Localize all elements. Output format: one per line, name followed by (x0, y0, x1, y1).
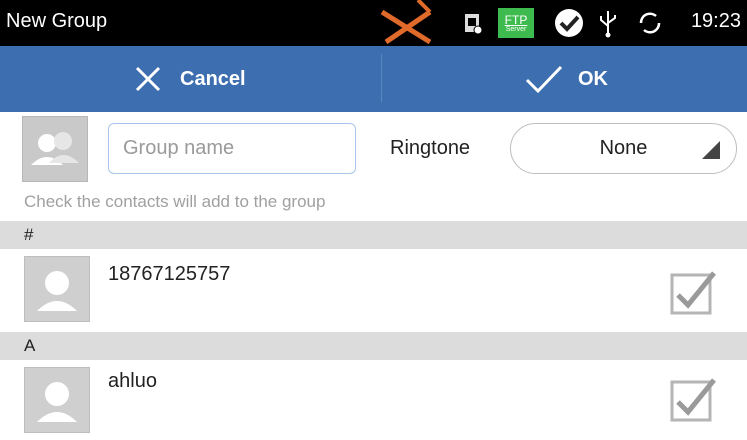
contact-row[interactable]: 18767125757 (0, 249, 747, 329)
action-divider (381, 54, 382, 102)
contact-avatar (24, 367, 90, 433)
ringtone-dropdown[interactable]: None (510, 123, 737, 174)
ringtone-value: None (599, 137, 648, 159)
clock: 19:23 (690, 10, 741, 32)
contact-row[interactable]: ahluo (0, 360, 747, 440)
cancel-button[interactable]: Cancel (134, 46, 246, 112)
usb-icon (600, 11, 616, 38)
ringtone-label: Ringtone (390, 137, 471, 159)
close-icon (135, 66, 161, 92)
ftp-server-icon: FTP Server (498, 8, 534, 38)
ok-label: OK (578, 67, 608, 90)
dropdown-triangle-icon (702, 141, 720, 159)
person-avatar-icon (37, 271, 77, 311)
contact-avatar (24, 256, 90, 322)
no-sim-icon (380, 0, 432, 45)
group-name-input[interactable] (108, 123, 356, 174)
person-avatar-icon (37, 382, 77, 422)
cancel-label: Cancel (180, 67, 246, 90)
status-bar: New Group FTP Server 19:23 (0, 0, 747, 46)
check-notification-icon (555, 9, 583, 37)
contact-name: 18767125757 (108, 263, 231, 285)
hint-text: Check the contacts will add to the group (24, 192, 326, 211)
section-header: A (0, 332, 747, 360)
ftp-badge-subtext: Server (505, 25, 527, 33)
contact-checkbox[interactable] (668, 267, 718, 317)
contact-checkbox[interactable] (668, 374, 718, 424)
sim-card-icon (465, 14, 483, 35)
window-title: New Group (6, 10, 108, 32)
sync-icon (639, 12, 661, 34)
ftp-badge-text: FTP (504, 12, 528, 27)
contact-name: ahluo (108, 370, 157, 392)
ok-button[interactable]: OK (524, 46, 608, 112)
group-photo-button[interactable] (22, 116, 88, 182)
action-bar: Cancel OK (0, 46, 747, 112)
check-icon (525, 65, 563, 94)
group-avatar-icon (31, 132, 79, 165)
section-header: # (0, 221, 747, 249)
